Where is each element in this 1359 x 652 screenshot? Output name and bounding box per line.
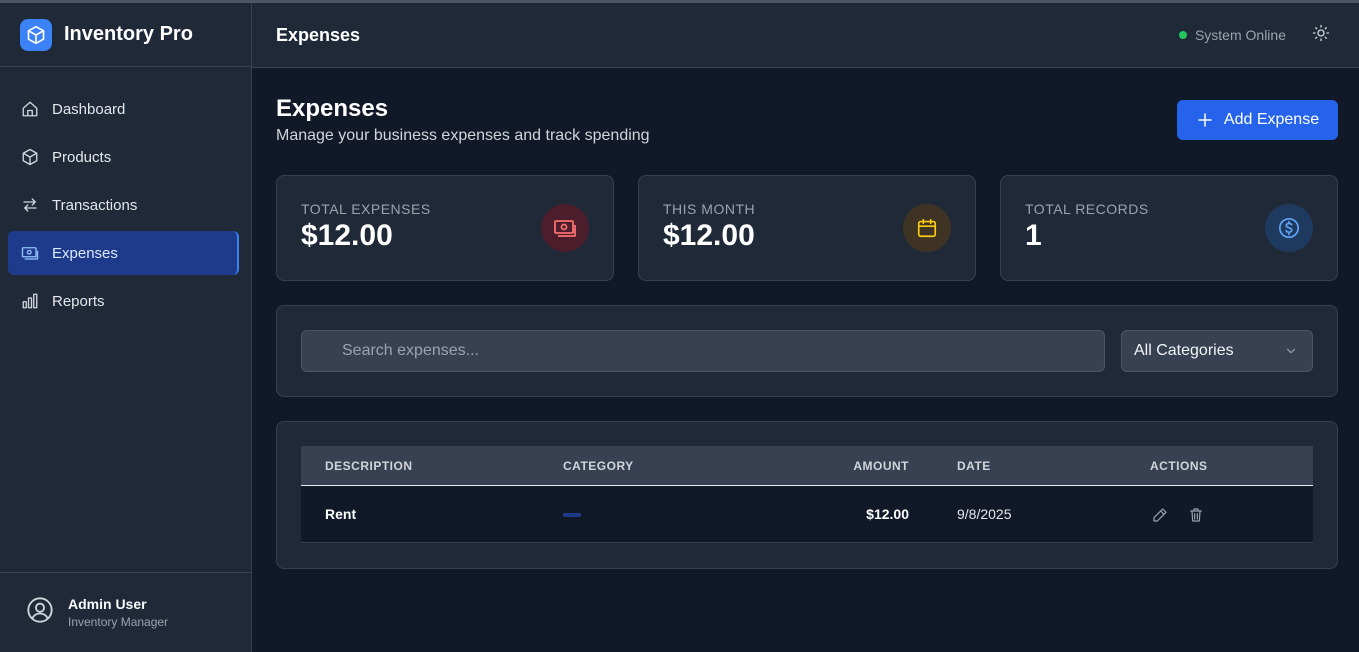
home-icon	[20, 99, 40, 119]
column-header-description[interactable]: DESCRIPTION	[325, 446, 413, 486]
add-expense-button[interactable]: Add Expense	[1177, 100, 1338, 140]
sidebar-item-reports[interactable]: Reports	[8, 279, 239, 323]
column-header-category[interactable]: CATEGORY	[563, 446, 634, 486]
cash-icon	[541, 204, 589, 252]
stats-row: TOTAL EXPENSES $12.00 THIS MONTH $12.00 …	[276, 175, 1338, 281]
system-status: System Online	[1178, 27, 1286, 43]
sidebar-item-label: Transactions	[52, 196, 138, 214]
column-header-amount[interactable]: AMOUNT	[853, 446, 909, 486]
cell-actions	[1150, 486, 1218, 542]
add-expense-label: Add Expense	[1223, 111, 1320, 128]
stat-card-total-expenses: TOTAL EXPENSES $12.00	[276, 175, 614, 281]
filter-card: All Categories	[276, 305, 1338, 397]
column-header-actions: ACTIONS	[1150, 459, 1208, 473]
brand-name: Inventory Pro	[64, 23, 193, 45]
cash-icon	[20, 243, 40, 263]
stat-card-this-month: THIS MONTH $12.00	[638, 175, 976, 281]
pencil-icon	[1153, 508, 1167, 522]
user-role: Inventory Manager	[68, 615, 169, 629]
header-title: Expenses	[276, 24, 361, 45]
plus-icon	[1196, 111, 1214, 129]
cell-description: Rent	[325, 506, 357, 522]
top-header: Expenses System Online	[252, 3, 1359, 68]
arrows-icon	[20, 195, 40, 215]
sidebar-nav: Dashboard Products Transactions Expenses	[0, 67, 251, 323]
status-dot	[1178, 31, 1187, 39]
user-profile[interactable]: Admin User Inventory Manager	[0, 572, 251, 652]
user-avatar-icon	[26, 596, 54, 629]
category-select[interactable]: All Categories	[1121, 330, 1313, 372]
main-content: Expenses Manage your business expenses a…	[276, 95, 1338, 569]
cell-date: 9/8/2025	[957, 506, 1012, 522]
sidebar-item-label: Expenses	[52, 244, 118, 262]
calendar-icon	[903, 204, 951, 252]
box-icon	[20, 147, 40, 167]
app-window: Inventory Pro Dashboard Products Transac…	[0, 0, 1359, 652]
delete-button[interactable]	[1186, 505, 1206, 525]
sidebar-item-label: Dashboard	[52, 100, 126, 118]
expenses-table-card: DESCRIPTION CATEGORY AMOUNT DATE ACTIONS…	[276, 421, 1338, 569]
category-select-value: All Categories	[1134, 342, 1234, 359]
sidebar-item-label: Products	[52, 148, 112, 166]
sidebar: Inventory Pro Dashboard Products Transac…	[0, 3, 252, 652]
expenses-table: DESCRIPTION CATEGORY AMOUNT DATE ACTIONS…	[301, 446, 1313, 543]
table-header: DESCRIPTION CATEGORY AMOUNT DATE ACTIONS	[301, 446, 1313, 486]
theme-toggle-button[interactable]	[1311, 24, 1331, 47]
sidebar-item-label: Reports	[52, 292, 105, 310]
column-header-date[interactable]: DATE	[957, 446, 991, 486]
sidebar-item-transactions[interactable]: Transactions	[8, 183, 239, 227]
sidebar-item-expenses[interactable]: Expenses	[8, 231, 239, 275]
search-input[interactable]	[301, 330, 1105, 372]
category-badge	[563, 513, 581, 518]
table-row[interactable]: Rent $12.00 9/8/2025	[301, 486, 1313, 543]
sidebar-item-products[interactable]: Products	[8, 135, 239, 179]
sun-icon	[1312, 24, 1330, 47]
stat-card-total-records: TOTAL RECORDS 1	[1000, 175, 1338, 281]
bar-chart-icon	[20, 291, 40, 311]
user-name: Admin User	[68, 596, 147, 612]
cube-logo-icon	[20, 18, 52, 51]
sidebar-item-dashboard[interactable]: Dashboard	[8, 87, 239, 131]
user-info: Admin User Inventory Manager	[68, 596, 168, 629]
dollar-icon	[1265, 204, 1313, 252]
status-text: System Online	[1194, 27, 1286, 43]
edit-button[interactable]	[1150, 505, 1170, 525]
chevron-down-icon	[1284, 344, 1298, 358]
cell-amount: $12.00	[866, 506, 909, 522]
cell-category	[563, 486, 581, 542]
trash-icon	[1189, 508, 1202, 522]
brand[interactable]: Inventory Pro	[0, 3, 251, 67]
